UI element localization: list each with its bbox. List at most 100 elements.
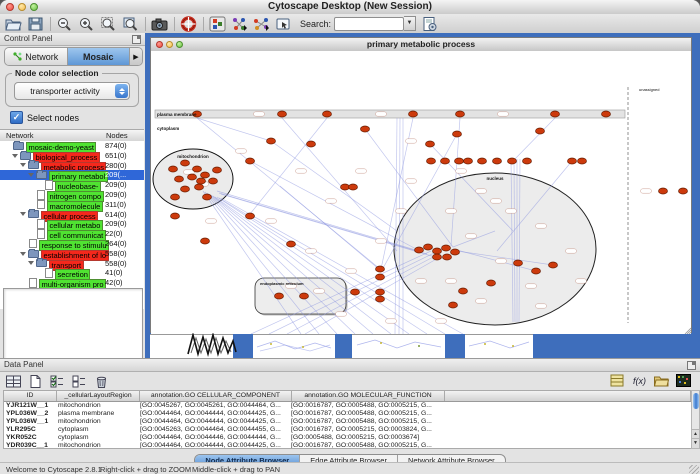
mitochondrion-label: mitochondrion (177, 154, 209, 159)
node-color-selection-group: Node color selection transporter activit… (5, 73, 139, 107)
tree-row[interactable]: cellular metabo209(0) (0, 219, 144, 229)
table-column-header[interactable]: annotation.GO MOLECULAR_FUNCTION (292, 391, 445, 401)
new-attribute-icon[interactable] (27, 374, 44, 389)
node-label-pill (536, 304, 547, 308)
vizmapper-icon[interactable] (209, 16, 226, 32)
tree-row[interactable]: biological_process651(0) (0, 151, 144, 161)
import-attributes-icon[interactable] (421, 16, 438, 32)
table-row[interactable]: YPL036W__2plasma membrane[GO:0044464, GO… (4, 410, 691, 418)
node-label-pill (236, 149, 247, 153)
select-nodes-checkbox[interactable]: ✓ (10, 111, 23, 124)
main-toolbar: Search: ▼ (0, 14, 700, 34)
network-node (551, 111, 560, 117)
tab-overflow-arrow[interactable]: ▶ (130, 48, 142, 65)
tree-row-count: 209(0) (105, 180, 127, 190)
resize-grip[interactable] (689, 465, 699, 474)
network-canvas[interactable]: plasma membranecytoplasmmitochondrionnuc… (151, 51, 691, 334)
tab-mosaic[interactable]: Mosaic (68, 48, 131, 65)
tree-row[interactable]: metabolic process280(0) (0, 161, 144, 171)
tree-row[interactable]: nitrogen compo209(0) (0, 190, 144, 200)
delete-attribute-trash-icon[interactable] (93, 374, 110, 389)
search-input[interactable] (334, 17, 404, 31)
expand-triangle-icon[interactable] (28, 261, 34, 265)
tab-network[interactable]: Network (5, 48, 68, 65)
network-window-titlebar[interactable]: primary metabolic process (151, 38, 691, 52)
network-node (679, 188, 688, 194)
table-row[interactable]: YKR052Ccytoplasm[GO:0044464, GO:0044446,… (4, 434, 691, 442)
zoom-out-icon[interactable] (56, 16, 73, 32)
tree-row-count: 41(0) (105, 268, 123, 278)
tree-row[interactable]: macromolecule311(0) (0, 200, 144, 210)
tree-row[interactable]: cellular process614(0) (0, 210, 144, 220)
tree-row[interactable]: establishment of lo558(0) (0, 249, 144, 259)
expand-triangle-icon[interactable] (20, 212, 26, 216)
search-dropdown-arrow[interactable]: ▼ (404, 16, 416, 31)
node-label-pill (436, 319, 447, 323)
attribute-matrix-icon[interactable] (675, 373, 692, 388)
network-node (532, 268, 541, 274)
table-scrollbar[interactable]: ▲ ▼ (691, 390, 700, 449)
expand-triangle-icon[interactable] (20, 163, 26, 167)
nucleus-label: nucleus (486, 176, 504, 181)
svg-text:f(x): f(x) (633, 376, 646, 386)
network-node (278, 111, 287, 117)
zoom-in-icon[interactable] (78, 16, 95, 32)
node-label-pill (266, 219, 277, 223)
table-row[interactable]: YDR039C__1mitochondrion[GO:0044464, GO:0… (4, 442, 691, 449)
save-icon[interactable] (27, 16, 44, 32)
tree-row[interactable]: secretion41(0) (0, 268, 144, 278)
layout-attribute-icon[interactable] (231, 16, 248, 32)
control-panel-tabs: Network Mosaic ▶ (4, 47, 143, 66)
snapshot-camera-icon[interactable] (151, 16, 168, 32)
node-color-dropdown[interactable]: transporter activity (14, 82, 130, 100)
table-row[interactable]: YJR121W__1mitochondrion[GO:0045267, GO:0… (4, 402, 691, 410)
scroll-down-arrow[interactable]: ▼ (692, 438, 699, 448)
scrollbar-thumb[interactable] (693, 393, 699, 409)
expand-triangle-icon[interactable] (20, 252, 26, 256)
annotation-select-icon[interactable] (275, 16, 292, 32)
background-window-fragments[interactable] (145, 333, 700, 358)
data-panel-float-icon[interactable] (687, 361, 696, 370)
table-column-header[interactable]: annotation.GO CELLULAR_COMPONENT (140, 391, 292, 401)
tree-row[interactable]: multi-organism pro42(0) (0, 278, 144, 288)
expand-triangle-icon[interactable] (28, 173, 34, 177)
tree-row[interactable]: nucleobase-209(0) (0, 180, 144, 190)
table-cell: YKR052C (4, 434, 56, 442)
table-column-header[interactable] (445, 391, 691, 401)
open-folder-icon[interactable] (5, 16, 22, 32)
attribute-table-icon[interactable] (5, 374, 22, 389)
network-node (424, 244, 433, 250)
network-node (275, 293, 284, 299)
title-bar: Cytoscape Desktop (New Session) (0, 0, 700, 15)
tree-row[interactable]: primary metabol209(... (0, 170, 144, 180)
network-node (169, 166, 178, 172)
control-panel-float-icon[interactable] (132, 35, 141, 44)
zoom-fit-icon[interactable] (100, 16, 117, 32)
network-node (426, 141, 435, 147)
table-cell: [GO:0016787, GO:0005488, GO:0005215, G..… (289, 410, 441, 418)
help-lifering-icon[interactable] (180, 16, 197, 32)
network-node (213, 167, 222, 173)
tree-row[interactable]: transport558(0) (0, 259, 144, 269)
tree-col-network: Network (6, 131, 34, 140)
layout-force-icon[interactable] (253, 16, 270, 32)
node-label-pill (346, 269, 357, 273)
tree-row[interactable]: cell communicat22(0) (0, 229, 144, 239)
attribute-table[interactable]: ID_cellularLayoutRegionannotation.GO CEL… (3, 390, 692, 449)
network-node (195, 184, 204, 190)
attribute-list-icon[interactable] (609, 373, 626, 388)
table-row[interactable]: YPL036W__1mitochondrion[GO:0044464, GO:0… (4, 418, 691, 426)
table-column-header[interactable]: ID (4, 391, 57, 401)
tree-row[interactable]: mosaic-demo-yeast874(0) (0, 141, 144, 151)
tree-row[interactable]: response to stimulu264(0) (0, 239, 144, 249)
select-nodes-row: ✓ Select nodes (10, 111, 79, 124)
table-row[interactable]: YLR295Ccytoplasm[GO:0045263, GO:0044464,… (4, 426, 691, 434)
import-attribute-file-icon[interactable] (653, 373, 670, 388)
zoom-selected-icon[interactable] (122, 16, 139, 32)
network-tree: mosaic-demo-yeast874(0)biological_proces… (0, 141, 144, 309)
select-attributes-icon[interactable] (49, 374, 66, 389)
function-builder-icon[interactable]: f(x) (631, 373, 648, 388)
table-column-header[interactable]: _cellularLayoutRegion (57, 391, 140, 401)
expand-triangle-icon[interactable] (12, 154, 18, 158)
unselect-attributes-icon[interactable] (71, 374, 88, 389)
